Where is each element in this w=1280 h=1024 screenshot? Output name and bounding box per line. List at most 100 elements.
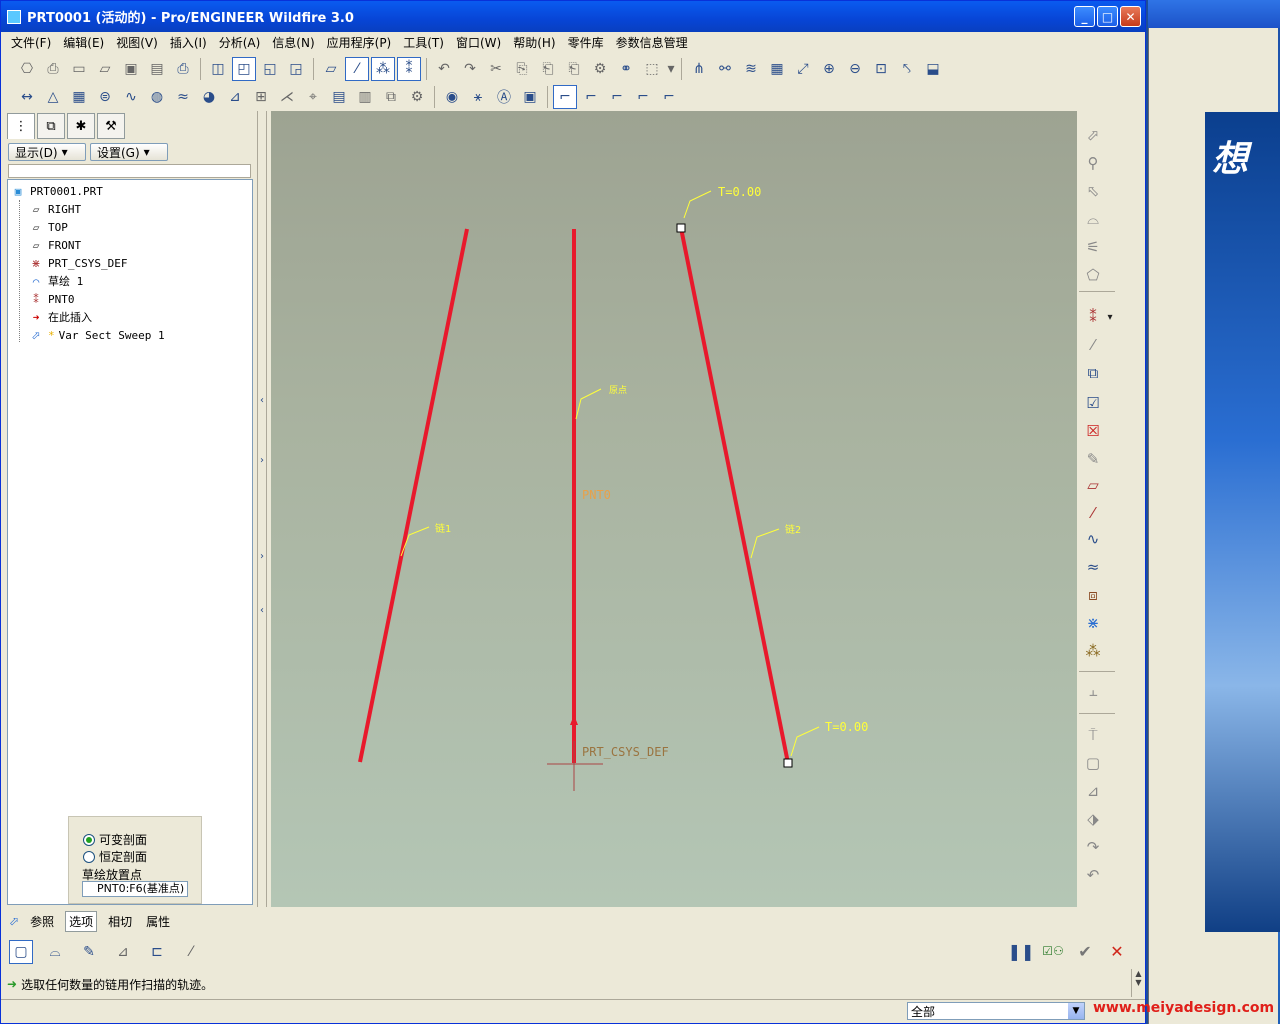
regenerate-icon[interactable]: ⚙: [588, 57, 612, 81]
cancel-x-icon[interactable]: ✕: [1105, 939, 1129, 963]
tab-options[interactable]: 选项: [65, 910, 98, 932]
undo-icon[interactable]: ↶: [432, 57, 456, 81]
reflection-icon[interactable]: ≈: [171, 85, 195, 109]
datum-plane-display-icon[interactable]: ▱: [319, 57, 343, 81]
find-icon[interactable]: ⚭: [614, 57, 638, 81]
model-player-icon[interactable]: ⚙: [405, 85, 429, 109]
report-icon[interactable]: ▥: [353, 85, 377, 109]
section-analysis-icon[interactable]: ⊜: [93, 85, 117, 109]
web-browser-icon[interactable]: ◉: [440, 85, 464, 109]
datum-axis-tool-icon[interactable]: ⁄: [1081, 333, 1105, 357]
model-info-icon[interactable]: ▣: [518, 85, 542, 109]
chevron-down-icon[interactable]: ▾: [1105, 305, 1115, 329]
label-csys[interactable]: PRT_CSYS_DEF: [582, 745, 669, 759]
variable-section-radio[interactable]: [83, 833, 95, 846]
menu-file[interactable]: 文件(F): [5, 34, 57, 51]
close-button[interactable]: ✕: [1120, 6, 1141, 27]
sketch-placement-point-field[interactable]: PNT0:F6(基准点): [82, 881, 188, 897]
scroll-up-icon[interactable]: ▲: [1132, 969, 1145, 978]
table-icon[interactable]: ▤: [327, 85, 351, 109]
shell-icon[interactable]: ▢: [1081, 751, 1105, 775]
folder-browser-tab-icon[interactable]: ⧉: [37, 113, 65, 139]
zoom-out-icon[interactable]: ⊖: [843, 57, 867, 81]
variable-section-option[interactable]: 可变剖面: [83, 831, 147, 848]
paste-special-icon[interactable]: ⎗: [562, 57, 586, 81]
connections-tab-icon[interactable]: ⚒: [97, 113, 125, 139]
chamfer-icon[interactable]: ⬗: [1081, 807, 1105, 831]
favorites-tab-icon[interactable]: ✱: [67, 113, 95, 139]
save-copy-icon[interactable]: ▤: [145, 57, 169, 81]
insert-mode-icon[interactable]: ⧉: [1081, 361, 1105, 385]
datum-line-tool-icon[interactable]: ⁄: [1081, 501, 1105, 525]
print-icon[interactable]: ⎙: [171, 57, 195, 81]
solid-sweep-icon[interactable]: ▢: [9, 940, 33, 964]
constant-section-option[interactable]: 恒定剖面: [83, 848, 147, 865]
boundary-blend-icon[interactable]: ⬠: [1081, 263, 1105, 287]
tab-properties[interactable]: 属性: [143, 912, 173, 931]
tree-item-csys[interactable]: ⋇ PRT_CSYS_DEF: [28, 254, 127, 272]
layers-icon[interactable]: ≋: [739, 57, 763, 81]
datum-axis-display-icon[interactable]: ⁄: [345, 57, 369, 81]
refit-icon[interactable]: ⤢: [791, 57, 815, 81]
model-tree-tab-icon[interactable]: ⋮: [7, 113, 35, 139]
tab-tangency[interactable]: 相切: [105, 912, 135, 931]
sketch-tool-icon[interactable]: ⬀: [1081, 123, 1105, 147]
preview-icon[interactable]: ☑⚇: [1041, 939, 1065, 963]
tree-show-dropdown[interactable]: 显示(D) ▾: [8, 143, 86, 161]
menu-info[interactable]: 信息(N): [266, 34, 320, 51]
shading-icon[interactable]: ◲: [284, 57, 308, 81]
menu-tools[interactable]: 工具(T): [397, 34, 450, 51]
confirm-feature-icon[interactable]: ☑: [1081, 391, 1105, 415]
open-icon[interactable]: ⎙: [41, 57, 65, 81]
remove-material-icon[interactable]: ⊿: [111, 940, 135, 964]
datum-point-tool-icon[interactable]: ⁑: [1081, 305, 1105, 329]
curvature-icon[interactable]: ∿: [119, 85, 143, 109]
tree-item-top[interactable]: ▱ TOP: [28, 218, 68, 236]
label-chain1[interactable]: 链1: [435, 522, 451, 535]
sketch-section-icon[interactable]: ✎: [77, 940, 101, 964]
slope-icon[interactable]: ⊿: [223, 85, 247, 109]
revolve-icon[interactable]: ⌓: [1081, 207, 1105, 231]
csys-tool-icon[interactable]: ⋇: [1081, 611, 1105, 635]
camera-icon[interactable]: ⚹: [466, 85, 490, 109]
reorient-icon[interactable]: ⤣: [895, 57, 919, 81]
sketch-view-icon-2[interactable]: ⌐: [579, 85, 603, 109]
sketch-view-icon-1[interactable]: ⌐: [553, 85, 577, 109]
menu-parameter-management[interactable]: 参数信息管理: [610, 34, 694, 51]
selection-box-icon[interactable]: ⬚: [640, 57, 664, 81]
datum-plane-tool-icon[interactable]: ▱: [1081, 473, 1105, 497]
variable-sweep-icon[interactable]: ⚟: [1081, 235, 1105, 259]
dihedral-icon[interactable]: ⌖: [301, 85, 325, 109]
paste-icon[interactable]: ⎗: [536, 57, 560, 81]
expand-right-icon[interactable]: ›: [258, 551, 266, 562]
title-bar[interactable]: PRT0001 (活动的) - Pro/ENGINEER Wildfire 3.…: [1, 1, 1145, 32]
graphics-window[interactable]: T=0.00 T=0.00 原点 链1 链2 PNT0 PRT_CSYS_DEF: [271, 111, 1077, 907]
datum-curve-icon[interactable]: ⚲: [1081, 151, 1105, 175]
trajectory-chain-1[interactable]: [358, 228, 469, 763]
hidden-line-icon[interactable]: ◫: [206, 57, 230, 81]
draft-icon[interactable]: ⫠: [1081, 679, 1105, 703]
collapse-left-icon[interactable]: ‹: [258, 605, 266, 616]
thicken-icon[interactable]: ⊏: [145, 940, 169, 964]
label-t-bottom[interactable]: T=0.00: [825, 720, 868, 734]
tab-references[interactable]: 参照: [27, 912, 57, 931]
tree-item-var-sect-sweep[interactable]: ⬀ * Var Sect Sweep 1: [28, 326, 164, 344]
menu-view[interactable]: 视图(V): [110, 34, 164, 51]
apply-checkmark-icon[interactable]: ✔: [1073, 939, 1097, 963]
annotation-icon[interactable]: Ⓐ: [492, 85, 516, 109]
new-icon[interactable]: ⎔: [15, 57, 39, 81]
offset-analysis-icon[interactable]: ⊞: [249, 85, 273, 109]
relations-icon[interactable]: ⚯: [713, 57, 737, 81]
menu-part-library[interactable]: 零件库: [562, 34, 610, 51]
surface-sweep-icon[interactable]: ⌓: [43, 940, 67, 964]
tree-item-sketch[interactable]: ⌒ 草绘 1: [28, 272, 84, 290]
saved-views-icon[interactable]: ⬓: [921, 57, 945, 81]
model-tree-connect-icon[interactable]: ⋔: [687, 57, 711, 81]
pause-icon[interactable]: ❚❚: [1008, 939, 1035, 963]
copy-icon[interactable]: ⎘: [510, 57, 534, 81]
label-chain2[interactable]: 链2: [785, 523, 801, 536]
shaded-curvature-icon[interactable]: ◕: [197, 85, 221, 109]
menu-edit[interactable]: 编辑(E): [57, 34, 110, 51]
deviation-icon[interactable]: ⋌: [275, 85, 299, 109]
no-hidden-icon[interactable]: ◱: [258, 57, 282, 81]
